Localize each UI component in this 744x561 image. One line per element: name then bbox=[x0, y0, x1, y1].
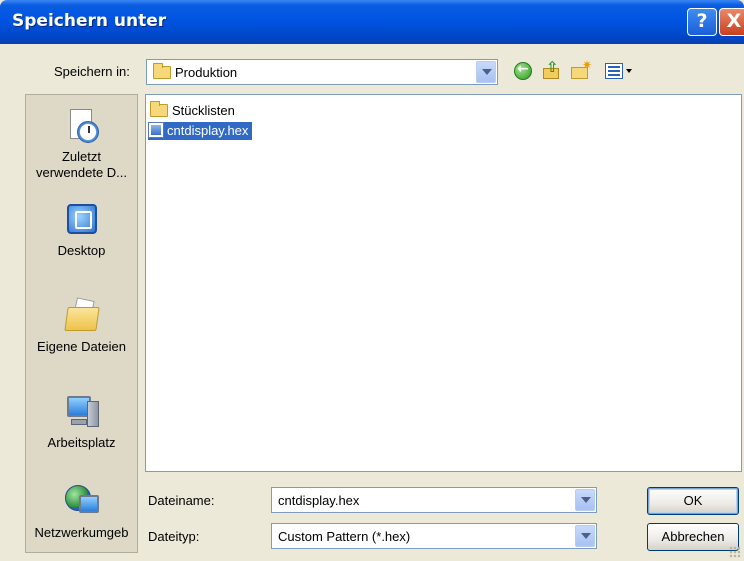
place-label: Desktop bbox=[57, 243, 106, 258]
help-button[interactable]: ? bbox=[687, 8, 717, 36]
hex-file-icon bbox=[148, 122, 164, 138]
filetype-value: Custom Pattern (*.hex) bbox=[278, 529, 411, 544]
ok-button[interactable]: OK bbox=[647, 487, 739, 515]
filetype-select[interactable]: Custom Pattern (*.hex) bbox=[271, 523, 597, 549]
place-label: Arbeitsplatz bbox=[47, 435, 116, 450]
chevron-down-icon[interactable] bbox=[575, 525, 595, 547]
file-name: Stücklisten bbox=[172, 103, 235, 118]
new-folder-icon[interactable]: ✷ bbox=[569, 58, 592, 82]
cancel-button[interactable]: Abbrechen bbox=[647, 523, 739, 551]
back-arrow-icon[interactable] bbox=[513, 60, 535, 82]
views-menu-icon[interactable] bbox=[604, 60, 634, 82]
list-item-file[interactable]: cntdisplay.hex bbox=[148, 122, 253, 140]
chevron-down-icon[interactable] bbox=[476, 61, 496, 83]
chevron-down-icon[interactable] bbox=[575, 489, 595, 511]
title-bar[interactable]: Speichern unter ? X bbox=[0, 0, 744, 44]
filename-value: cntdisplay.hex bbox=[278, 493, 360, 508]
place-recent-documents[interactable]: Zuletzt verwendete D... bbox=[26, 107, 137, 181]
place-my-documents[interactable]: Eigene Dateien bbox=[26, 297, 137, 355]
resize-grip[interactable] bbox=[729, 546, 741, 558]
close-button[interactable]: X bbox=[719, 8, 744, 36]
save-as-dialog: Speichern unter ? X Speichern in: Produk… bbox=[0, 0, 744, 561]
desktop-icon bbox=[63, 201, 101, 239]
list-item-folder[interactable]: Stücklisten bbox=[150, 101, 239, 120]
up-folder-icon[interactable]: ⇧ bbox=[541, 58, 563, 82]
places-bar: Zuletzt verwendete D... Desktop Eigene D… bbox=[25, 94, 138, 553]
place-label: Eigene Dateien bbox=[37, 339, 126, 354]
file-list[interactable]: Stücklisten cntdisplay.hex bbox=[145, 94, 742, 472]
my-computer-icon bbox=[63, 393, 101, 431]
folder-icon bbox=[150, 101, 168, 117]
filename-label: Dateiname: bbox=[148, 493, 215, 508]
location-value: Produktion bbox=[153, 63, 238, 80]
place-desktop[interactable]: Desktop bbox=[26, 201, 137, 259]
folder-icon bbox=[153, 63, 171, 79]
filename-input[interactable]: cntdisplay.hex bbox=[271, 487, 597, 513]
window-title: Speichern unter bbox=[12, 11, 167, 31]
place-label: Zuletzt verwendete D... bbox=[35, 149, 128, 180]
filetype-label: Dateityp: bbox=[148, 529, 200, 544]
location-label: Speichern in: bbox=[54, 64, 130, 79]
place-network[interactable]: Netzwerkumgeb bbox=[26, 483, 137, 541]
my-documents-icon bbox=[63, 297, 101, 335]
file-name: cntdisplay.hex bbox=[167, 123, 249, 138]
place-my-computer[interactable]: Arbeitsplatz bbox=[26, 393, 137, 451]
place-label: Netzwerkumgeb bbox=[34, 525, 129, 540]
recent-documents-icon bbox=[63, 107, 101, 145]
network-places-icon bbox=[63, 483, 101, 521]
location-combobox[interactable]: Produktion bbox=[146, 59, 498, 85]
location-text: Produktion bbox=[175, 65, 238, 80]
